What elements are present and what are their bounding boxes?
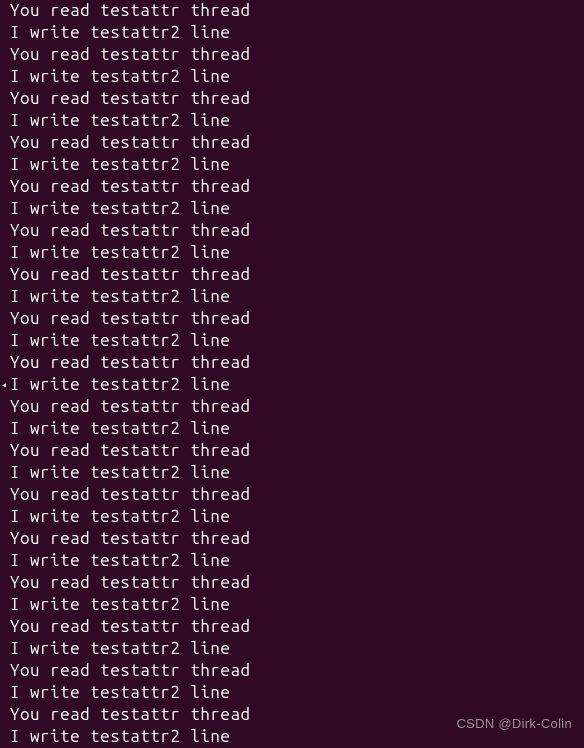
terminal-line: I write testattr2 line	[10, 110, 584, 132]
terminal-line: I write testattr2 line	[10, 682, 584, 704]
terminal-line: You read testattr thread	[10, 264, 584, 286]
terminal-line: I write testattr2 line	[10, 462, 584, 484]
terminal-line: I write testattr2 line	[10, 286, 584, 308]
terminal-line: I write testattr2 line	[10, 242, 584, 264]
terminal-line: You read testattr thread	[10, 176, 584, 198]
terminal-line: I write testattr2 line	[10, 594, 584, 616]
terminal-output[interactable]: You read testattr threadI write testattr…	[0, 0, 584, 748]
terminal-line: I write testattr2 line	[10, 506, 584, 528]
terminal-line: You read testattr thread	[10, 44, 584, 66]
terminal-line: You read testattr thread	[10, 572, 584, 594]
terminal-line: You read testattr thread	[10, 528, 584, 550]
terminal-line: I write testattr2 line	[10, 638, 584, 660]
terminal-line: You read testattr thread	[10, 616, 584, 638]
terminal-line: You read testattr thread	[10, 440, 584, 462]
terminal-line: I write testattr2 line	[10, 66, 584, 88]
terminal-line: You read testattr thread	[10, 132, 584, 154]
terminal-line: You read testattr thread	[10, 352, 584, 374]
terminal-line: You read testattr thread	[10, 308, 584, 330]
terminal-line: You read testattr thread	[10, 88, 584, 110]
terminal-line: I write testattr2 line	[10, 374, 584, 396]
terminal-line: You read testattr thread	[10, 220, 584, 242]
terminal-line: I write testattr2 line	[10, 198, 584, 220]
terminal-line: You read testattr thread	[10, 396, 584, 418]
terminal-line: You read testattr thread	[10, 484, 584, 506]
terminal-line: I write testattr2 line	[10, 154, 584, 176]
terminal-line: You read testattr thread	[10, 0, 584, 22]
terminal-line: I write testattr2 line	[10, 22, 584, 44]
terminal-line: I write testattr2 line	[10, 550, 584, 572]
watermark-text: CSDN @Dirk-Colin	[456, 713, 572, 735]
terminal-line: You read testattr thread	[10, 660, 584, 682]
terminal-line: I write testattr2 line	[10, 330, 584, 352]
line-indicator-icon: ◂	[0, 374, 8, 396]
terminal-line: I write testattr2 line	[10, 418, 584, 440]
